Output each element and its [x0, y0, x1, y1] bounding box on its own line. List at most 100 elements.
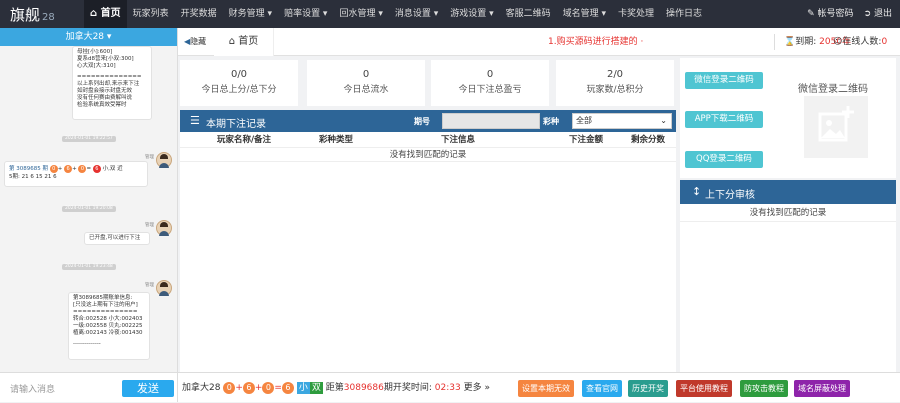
audit-title: 上下分审核 — [705, 190, 755, 201]
chat-message-2: 第 3089685 期 0 + 6 + 0 = 6 小,双 近 5期: 21 6 15… — [4, 161, 148, 187]
hourglass-icon: ⌛ — [784, 37, 796, 47]
chat-message-input[interactable]: 请输入消息 — [10, 382, 55, 395]
image-placeholder-icon — [818, 106, 854, 142]
more-link[interactable]: 更多 » — [464, 383, 490, 393]
msg-line: 母挂[小]:600] — [77, 49, 113, 55]
col-amount[interactable]: 下注金额 — [552, 132, 620, 147]
list-icon: ☰ — [190, 114, 200, 127]
audit-header: ↕ 上下分审核 — [680, 180, 896, 204]
issue-input[interactable] — [442, 113, 540, 129]
nav-odds[interactable]: 赔率设置 ▾ — [278, 0, 333, 28]
chat-timestamp: 2024-01-01 19:22:57 — [62, 136, 116, 142]
chat-message-1: 母挂[小]:600] 夏系d8营来[小双:300] 心大双[大:310] ===… — [72, 46, 152, 120]
chat-game-selector[interactable]: 加拿大28 ▾ — [0, 28, 177, 46]
chat-message-4: 第3089685期账单信息: [只没这上期有下注的用户] ===========… — [68, 292, 150, 360]
nav-domain[interactable]: 域名管理 ▾ — [557, 0, 612, 28]
draw-result: 加拿大28 0 +6 +0 = 6 小双 距第3089686期开奖时间: 02:33 更… — [182, 382, 490, 394]
anti-attack-tutorial-button[interactable]: 防攻击教程 — [740, 380, 788, 397]
result-ball: 0 — [262, 382, 275, 394]
domain-block-button[interactable]: 域名屏蔽处理 — [794, 380, 850, 397]
countdown: 02:33 — [434, 383, 461, 393]
notice-marquee: 1.购买源码进行搭建的 · — [548, 37, 644, 47]
msg-line: 转合:002528 小大:002403 — [73, 316, 143, 322]
tab-bar: ◀隐藏 ⌂ 首页 1.购买源码进行搭建的 · ⌛到期: 2050年 ☺在线人数:… — [178, 28, 900, 56]
msg-line: 夏系d8营来[小双:300] — [77, 56, 134, 62]
nav-finance[interactable]: 财务管理 ▾ — [223, 0, 278, 28]
avatar — [156, 220, 172, 236]
app-qr-button[interactable]: APP下载二维码 — [685, 111, 763, 128]
app-logo[interactable]: 旗舰 28 — [10, 4, 55, 25]
msg-history: 5期: 21 6 15 21 6 — [9, 174, 57, 180]
chat-messages[interactable]: 母挂[小]:600] 夏系d8营来[小双:300] 心大双[大:310] ===… — [0, 46, 177, 372]
result-ball: 6 — [242, 382, 255, 394]
msg-line: 植离:002143 冷夜:001430 — [73, 330, 143, 336]
chat-message-3: 已开盘,可以进行下注 — [84, 232, 150, 245]
lottery-type-select[interactable]: 全部 ⌄ — [572, 113, 672, 129]
official-site-button[interactable]: 查看官网 — [582, 380, 622, 397]
stat-value: 0/0 — [230, 69, 248, 80]
nav-stuck-draw[interactable]: 卡奖处理 — [612, 0, 660, 28]
msg-line: -------------- — [73, 341, 101, 347]
col-player[interactable]: 玩家名称/备注 — [180, 132, 308, 147]
chevron-down-icon: ⌄ — [660, 116, 667, 125]
nav-home[interactable]: ⌂ 首页 — [84, 0, 127, 28]
col-remaining[interactable]: 剩余分数 — [620, 132, 676, 147]
send-button[interactable]: 发送 — [122, 380, 174, 397]
msg-line: [只没这上期有下注的用户] — [73, 302, 138, 308]
platform-tutorial-button[interactable]: 平台使用教程 — [676, 380, 732, 397]
chat-timestamp: 2024-01-01 19:20:08 — [62, 206, 116, 212]
msg-line: ============== — [73, 309, 138, 315]
qr-image-placeholder — [804, 96, 868, 158]
invalidate-issue-button[interactable]: 设置本期无效 — [518, 380, 574, 397]
bets-panel-header: ☰ 本期下注记录 期号 彩种 全部 ⌄ — [180, 110, 676, 132]
result-sum-ball: 6 — [281, 382, 294, 394]
user-icon: ☺ — [833, 37, 843, 47]
stat-label: 今日下注总盈亏 — [458, 85, 522, 95]
stat-card-updown: 0/0 今日总上分/总下分 — [180, 60, 298, 106]
qq-qr-button[interactable]: QQ登录二维码 — [685, 151, 763, 168]
audit-empty-row: 没有找到匹配的记录 — [680, 204, 896, 222]
tab-home[interactable]: ⌂ 首页 — [214, 28, 274, 56]
top-right-actions: ✎ 帐号密码 ➲ 退出 — [807, 0, 892, 28]
nav-draw-data[interactable]: 开奖数据 — [175, 0, 223, 28]
distance-label: 距第 — [325, 383, 344, 393]
top-navbar: 旗舰 28 ⌂ 首页 玩家列表 开奖数据 财务管理 ▾ 赔率设置 ▾ 回水管理 ▾… — [0, 0, 900, 28]
msg-line: 以上系列出却,来示来下注 — [77, 81, 140, 87]
nav-cs-qrcode[interactable]: 客服二维码 — [500, 0, 557, 28]
sort-icon: ↕ — [692, 185, 702, 198]
chat-panel: 加拿大28 ▾ 母挂[小]:600] 夏系d8营来[小双:300] 心大双[大:… — [0, 28, 178, 402]
col-bet-info[interactable]: 下注信息 — [364, 132, 552, 147]
msg-line: 一级:002558 贝丸:002225 — [73, 323, 143, 329]
stat-label: 玩家数/总积分 — [586, 85, 644, 95]
col-type[interactable]: 彩种类型 — [308, 132, 364, 147]
nav-game[interactable]: 游戏设置 ▾ — [444, 0, 499, 28]
msg-issue: 第 3089685 期 — [9, 166, 48, 172]
chat-timestamp: 2024-01-01 19:23:48 — [62, 264, 116, 270]
nav-rebate[interactable]: 回水管理 ▾ — [333, 0, 388, 28]
nav-message[interactable]: 消息设置 ▾ — [389, 0, 444, 28]
chat-compose: 请输入消息 发送 — [0, 372, 177, 402]
sender-name: 管理 — [145, 283, 154, 288]
history-draw-button[interactable]: 历史开奖 — [628, 380, 668, 397]
bottom-status-bar: 加拿大28 0 +6 +0 = 6 小双 距第3089686期开奖时间: 02:33 更… — [178, 372, 900, 402]
account-password-link[interactable]: ✎ 帐号密码 — [807, 0, 853, 28]
qr-panel: 微信登录二维码 APP下载二维码 QQ登录二维码 微信登录二维码 — [680, 58, 896, 178]
logout-link[interactable]: ➲ 退出 — [864, 0, 892, 28]
hide-sidebar-button[interactable]: ◀隐藏 — [184, 28, 206, 56]
nav-player-list[interactable]: 玩家列表 — [127, 0, 175, 28]
msg-line: ============== — [77, 74, 142, 80]
msg-line: 检验系统真效受幂时 — [77, 102, 127, 108]
result-ball: 6 — [92, 165, 101, 173]
stat-value: 0 — [362, 69, 370, 80]
msg-line: 第3089685期账单信息: — [73, 295, 133, 301]
msg-line: 没有任何赛由费解叫说 — [77, 95, 133, 101]
stat-label: 今日总上分/总下分 — [201, 85, 277, 95]
main-nav: ⌂ 首页 玩家列表 开奖数据 财务管理 ▾ 赔率设置 ▾ 回水管理 ▾ 消息设置… — [84, 0, 708, 28]
msg-tail: 小,双 近 — [102, 166, 123, 172]
stat-card-turnover: 0 今日总流水 — [307, 60, 425, 106]
bets-table-header: 玩家名称/备注 彩种类型 下注信息 下注金额 剩余分数 — [180, 132, 676, 148]
sender-name: 管理 — [145, 155, 154, 160]
wechat-qr-button[interactable]: 微信登录二维码 — [685, 72, 763, 89]
sender-name: 管理 — [145, 223, 154, 228]
nav-oplog[interactable]: 操作日志 — [660, 0, 708, 28]
